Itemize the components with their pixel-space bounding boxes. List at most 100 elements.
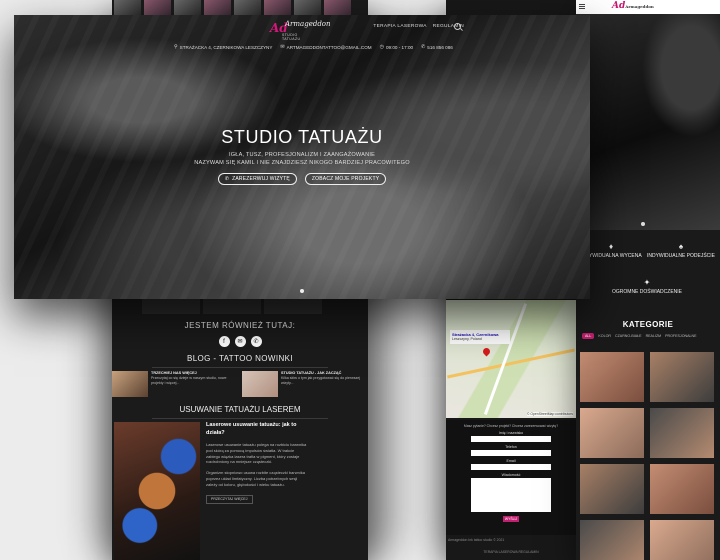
laser-article-paragraph: Laserowe usuwanie tatuażu polega na rozb…	[206, 441, 307, 465]
social-links: f ✉ ✆	[112, 336, 368, 347]
hero-section: Ad Armageddon STUDIO TATUAŻU TERAPIA LAS…	[14, 15, 590, 299]
blog-card[interactable]: TRZECHIEJ NAS WIĘCEJ Przeczytaj co się d…	[112, 371, 238, 399]
menu-item-laser-therapy[interactable]: TERAPIA LASEROWA	[373, 24, 426, 29]
facebook-icon[interactable]: f	[218, 336, 230, 347]
map-info-card: Strażacka 4, Czernikowa Leszczyny, Polan…	[450, 330, 510, 344]
phone-field[interactable]	[471, 450, 551, 457]
contact-bar: ⚲ STRAŻACKA 4, CZERNIKOWA LESZCZYNY ✉ ARTM…	[174, 44, 453, 50]
blog-cards: TRZECHIEJ NAS WIĘCEJ Przeczytaj co się d…	[112, 371, 368, 399]
main-menu: TERAPIA LASEROWA REGULAMIN	[373, 24, 464, 29]
contact-address: ⚲ STRAŻACKA 4, CZERNIKOWA LESZCZYNY	[174, 44, 272, 50]
site-logo[interactable]: Ad Armageddon STUDIO TATUAŻU	[270, 19, 331, 41]
phone-icon: ✆	[224, 176, 230, 182]
gallery-thumb[interactable]	[234, 0, 261, 15]
gallery-thumb[interactable]	[264, 0, 291, 15]
gallery-thumb[interactable]	[324, 0, 351, 15]
mobile-topbar: AdArmageddon	[576, 0, 720, 14]
gallery-thumb[interactable]	[144, 0, 171, 15]
hero-subtitle-line: NAZYWAM SIĘ KAMIL I NIE ZNAJDZIESZ NIKOG…	[194, 160, 410, 167]
gallery-thumb[interactable]	[174, 0, 201, 15]
location-pin-icon: ⚲	[174, 44, 178, 50]
blog-card-image[interactable]	[242, 371, 278, 397]
laser-removal-article: Laserowe usuwanie tatuażu: jak to działa…	[206, 422, 308, 504]
gallery-item[interactable]	[650, 352, 714, 402]
gallery-thumbnail-strip	[112, 0, 368, 16]
logo-script: Armageddon	[625, 4, 654, 9]
contact-phone[interactable]: ✆ 516 856 086	[421, 44, 453, 50]
gallery-item[interactable]	[580, 408, 644, 458]
hero-buttons: ✆ ZAREZERWUJ WIZYTĘ ZOBACZ MOJE PROJEKTY	[14, 173, 590, 185]
read-more-button[interactable]: PRZECZYTAJ WIĘCEJ	[206, 494, 253, 504]
approach-icon: ♠	[678, 242, 684, 251]
right-page-screenshot: AdArmageddon ♦ INDYWIDUALNA WYCENA ♠ IND…	[576, 0, 720, 560]
mobile-hero-image	[576, 14, 720, 230]
form-question: Masz pytanie? Chcesz projekt? Chcesz zar…	[463, 424, 559, 428]
blog-heading: BLOG - TATTOO NOWINKI	[186, 354, 294, 363]
map-attribution[interactable]: © OpenStreetMap contributors	[526, 412, 573, 416]
filter-professional[interactable]: PROFESJONALNE	[665, 334, 696, 338]
logo-subtitle: STUDIO TATUAŻU	[282, 33, 301, 41]
envelope-icon: ✉	[280, 44, 285, 50]
slider-dot[interactable]	[641, 222, 645, 226]
mail-icon[interactable]: ✉	[234, 336, 246, 347]
hamburger-menu-icon[interactable]	[579, 4, 585, 5]
phone-icon: ✆	[421, 44, 426, 50]
location-map[interactable]: Strażacka 4, Czernikowa Leszczyny, Polan…	[446, 300, 576, 418]
contact-email[interactable]: ✉ ARTMAGEDDONTATTOO@GMAIL.COM	[280, 44, 371, 50]
contact-hours: ◷ 09:00 - 17:00	[380, 44, 413, 50]
categories-heading: KATEGORIE	[622, 320, 674, 329]
message-field[interactable]	[471, 478, 551, 513]
email-text[interactable]: ARTMAGEDDONTATTOO@GMAIL.COM	[287, 45, 372, 50]
logo-mark: Ad	[612, 1, 626, 11]
footer-links[interactable]: TERAPIA LASEROWA REGULAMIN	[446, 550, 576, 554]
filter-black-white[interactable]: CZARNO-BIAŁE	[615, 334, 642, 338]
gallery-item[interactable]	[580, 464, 644, 514]
feature-item: ♠ INDYWIDUALNE PODEJŚCIE	[646, 242, 716, 259]
phone-text[interactable]: 516 856 086	[427, 45, 453, 50]
features-section: ♦ INDYWIDUALNA WYCENA ♠ INDYWIDUALNE POD…	[576, 238, 720, 310]
search-icon[interactable]	[454, 23, 461, 30]
filter-color[interactable]: KOLOR	[598, 334, 611, 338]
blog-card[interactable]: STUDIO TATUAŻU - JAK ZACZĄĆ Kilka słów o…	[242, 371, 368, 399]
name-field[interactable]	[471, 436, 551, 443]
laser-removal-photo	[114, 422, 200, 560]
filter-realism[interactable]: REALIZM	[646, 334, 662, 338]
feature-label: INDYWIDUALNE PODEJŚCIE	[646, 253, 716, 259]
site-logo[interactable]: AdArmageddon	[612, 1, 654, 11]
blog-card-body: STUDIO TATUAŻU - JAK ZACZĄĆ Kilka słów o…	[281, 371, 368, 399]
gallery-thumb[interactable]	[294, 0, 321, 15]
also-here-heading: JESTEM RÓWNIEŻ TUTAJ:	[184, 321, 296, 330]
hero-title: STUDIO TATUAŻU	[221, 127, 383, 147]
blog-card-excerpt: Przeczytaj co się dzieje w naszym studiu…	[151, 375, 227, 385]
gallery-item[interactable]	[580, 520, 644, 560]
book-visit-button[interactable]: ✆ ZAREZERWUJ WIZYTĘ	[217, 173, 297, 185]
map-pin-icon[interactable]	[481, 346, 492, 357]
gallery-item[interactable]	[650, 464, 714, 514]
divider	[152, 367, 328, 368]
clock-icon: ◷	[379, 44, 384, 50]
slider-dot[interactable]	[300, 289, 304, 293]
phone-icon[interactable]: ✆	[250, 336, 262, 347]
filter-all[interactable]: ALL	[582, 333, 595, 339]
blog-card-excerpt: Kilka słów o tym jak przygotować się do …	[281, 375, 361, 385]
gallery-thumb[interactable]	[114, 0, 141, 15]
feature-item: ✦ OGROMNE DOŚWIADCZENIE	[612, 278, 682, 295]
send-button[interactable]: WYŚLIJ	[503, 516, 519, 523]
experience-icon: ✦	[643, 278, 651, 287]
book-visit-label: ZAREZERWUJ WIZYTĘ	[232, 176, 290, 182]
gallery-item[interactable]	[580, 352, 644, 402]
gallery-thumb[interactable]	[204, 0, 231, 15]
gallery-item[interactable]	[650, 520, 714, 560]
form-label-message: Wiadomość	[501, 473, 521, 478]
footer-copyright: Armageddon Ink tattoo studio © 2021	[448, 538, 505, 542]
tattoo-gallery	[576, 352, 720, 560]
feature-label: OGROMNE DOŚWIADCZENIE	[612, 289, 683, 295]
see-projects-button[interactable]: ZOBACZ MOJE PROJEKTY	[304, 173, 387, 185]
gallery-item[interactable]	[650, 408, 714, 458]
hero-subtitle-line: IGŁA, TUSZ, PROFESJONALIZM I ZAANGAŻOWAN…	[228, 152, 376, 158]
form-label-name: Imię i nazwisko	[498, 431, 524, 436]
blog-card-image[interactable]	[112, 371, 148, 397]
laser-removal-heading: USUWANIE TATUAŻU LASEREM	[179, 405, 301, 414]
email-field[interactable]	[471, 464, 551, 471]
category-filters: ALL KOLOR CZARNO-BIAŁE REALIZM PROFESJON…	[582, 333, 720, 339]
